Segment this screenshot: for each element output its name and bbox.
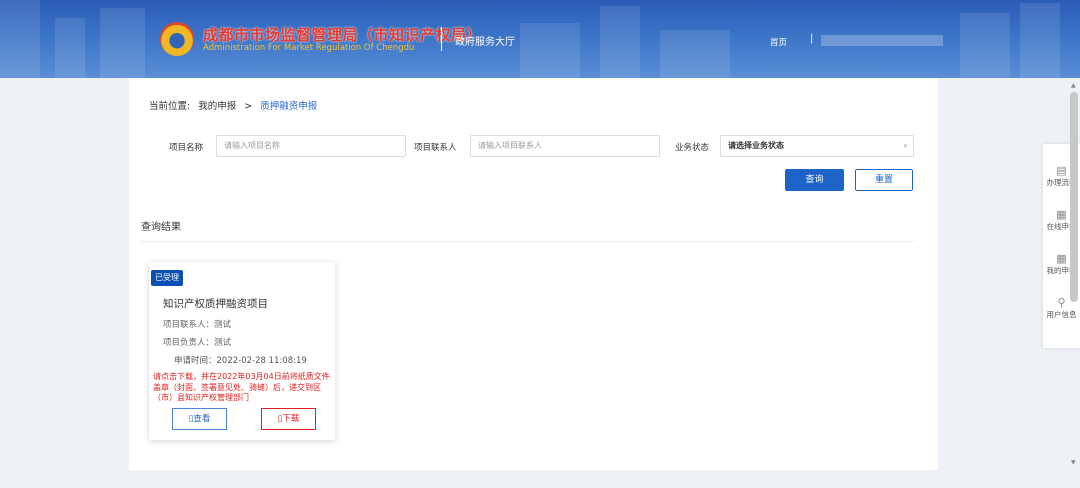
status-select[interactable]: 请选择业务状态 ▾ bbox=[720, 135, 914, 157]
header-skyline bbox=[960, 13, 1010, 78]
org-logo[interactable] bbox=[160, 22, 194, 56]
header-skyline bbox=[55, 18, 85, 78]
header-skyline bbox=[0, 0, 40, 78]
header-skyline bbox=[100, 8, 145, 78]
card-notice: 请点击下载，并在2022年03月04日前将纸质文件盖章（封面、签署意见处、骑缝）… bbox=[153, 372, 330, 402]
contact-label: 项目联系人 bbox=[414, 143, 457, 153]
results-title: 查询结果 bbox=[141, 222, 181, 233]
project-name-label: 项目名称 bbox=[169, 143, 204, 153]
header-skyline bbox=[1020, 3, 1060, 78]
scrollbar[interactable]: ▲ ▼ bbox=[1068, 78, 1080, 470]
contact-input[interactable]: 请输入项目联系人 bbox=[470, 135, 660, 157]
page-header: 成都市市场监督管理局（市知识产权局） Administration For Ma… bbox=[0, 0, 1080, 78]
card-owner: 项目负责人：测试 bbox=[163, 338, 232, 348]
card-contact: 项目联系人：测试 bbox=[163, 320, 232, 330]
card-title: 知识产权质押融资项目 bbox=[163, 298, 268, 310]
org-name-en: Administration For Market Regulation Of … bbox=[203, 43, 415, 53]
breadcrumb-parent[interactable]: 我的申报 bbox=[198, 101, 236, 112]
status-label: 业务状态 bbox=[675, 143, 710, 153]
breadcrumb-current: 质押融资申报 bbox=[260, 101, 318, 112]
scroll-up-arrow-icon[interactable]: ▲ bbox=[1071, 82, 1076, 89]
status-badge: 已受理 bbox=[151, 270, 183, 286]
search-button[interactable]: 查询 bbox=[785, 169, 844, 191]
breadcrumb-arrow: > bbox=[244, 101, 253, 112]
download-button[interactable]: ▯下载 bbox=[261, 408, 316, 430]
view-button[interactable]: ▯查看 bbox=[172, 408, 227, 430]
card-apply-time: 申请时间：2022-02-28 11:08:19 bbox=[174, 356, 307, 366]
project-name-input[interactable]: 请输入项目名称 bbox=[216, 135, 406, 157]
breadcrumb-prefix: 当前位置: bbox=[149, 101, 191, 112]
main-panel: 当前位置: 我的申报 > 质押融资申报 项目名称 请输入项目名称 项目联系人 请… bbox=[129, 78, 938, 470]
header-skyline bbox=[600, 6, 640, 78]
header-skyline bbox=[660, 30, 730, 78]
scrollbar-thumb[interactable] bbox=[1070, 92, 1078, 302]
header-divider bbox=[441, 27, 442, 51]
reset-button[interactable]: 重置 bbox=[855, 169, 913, 191]
result-card: 已受理 知识产权质押融资项目 项目联系人：测试 项目负责人：测试 申请时间：20… bbox=[149, 262, 335, 440]
status-select-value: 请选择业务状态 bbox=[728, 141, 784, 150]
service-hall-link[interactable]: 政府服务大厅 bbox=[455, 33, 515, 48]
user-name-placeholder[interactable] bbox=[821, 35, 943, 46]
results-divider bbox=[141, 241, 914, 242]
header-skyline bbox=[520, 23, 580, 78]
view-button-label: 查看 bbox=[193, 414, 211, 424]
breadcrumb: 当前位置: 我的申报 > 质押融资申报 bbox=[149, 98, 322, 112]
download-button-label: 下载 bbox=[282, 414, 300, 424]
scroll-down-arrow-icon[interactable]: ▼ bbox=[1071, 459, 1076, 466]
header-separator: | bbox=[810, 33, 814, 44]
chevron-down-icon: ▾ bbox=[903, 142, 907, 150]
home-link[interactable]: 首页 bbox=[770, 36, 787, 48]
